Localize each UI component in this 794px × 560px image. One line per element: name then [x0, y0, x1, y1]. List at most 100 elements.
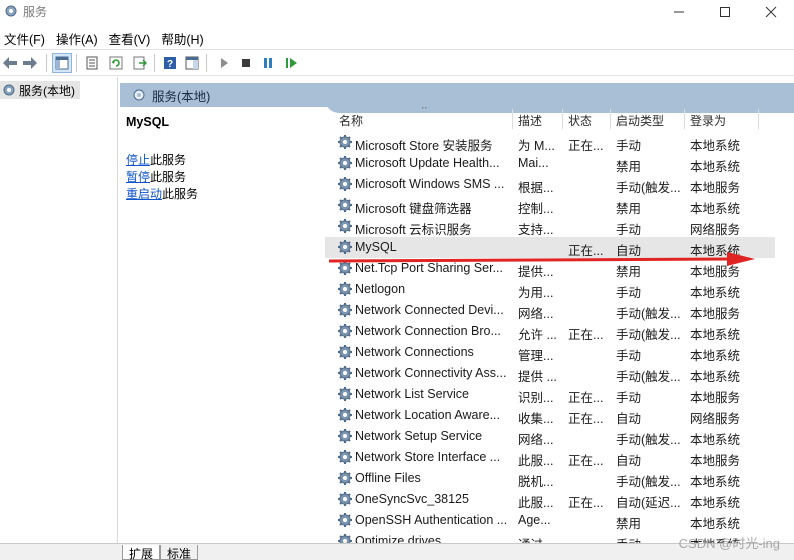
service-gear-icon: [338, 492, 352, 506]
action-suffix: 此服务: [150, 170, 187, 184]
service-log-on-as: 本地系统: [690, 328, 741, 342]
pause-service-button[interactable]: [258, 53, 278, 73]
service-description: 此服...: [518, 496, 554, 510]
column-header-startup-type[interactable]: 启动类型: [616, 112, 664, 129]
column-header-status[interactable]: 状态: [568, 112, 592, 129]
properties-button[interactable]: [82, 53, 102, 73]
service-row[interactable]: OneSyncSvc_38125 此服... 正在... 自动(延迟... 本地系统: [325, 489, 775, 510]
column-header-description[interactable]: 描述: [518, 112, 542, 129]
service-description: 收集...: [518, 412, 554, 426]
service-row[interactable]: Network List Service 识别... 正在... 手动 本地服务: [325, 384, 775, 405]
service-name: Microsoft Store 安装服务: [355, 139, 493, 153]
service-log-on-as: 本地系统: [690, 475, 741, 489]
service-description-panel: MySQL 停止此服务 暂停此服务 重启动此服务: [120, 107, 325, 543]
service-row[interactable]: Network Setup Service 网络... 手动(触发... 本地系统: [325, 426, 775, 447]
menu-action[interactable]: 操作(A): [52, 26, 105, 48]
service-gear-icon: [338, 198, 352, 212]
restart-service-button[interactable]: [282, 53, 302, 73]
forward-button[interactable]: [20, 53, 40, 73]
tree-node-services-local[interactable]: 服务(本地): [0, 81, 80, 99]
show-console-tree-button[interactable]: [52, 53, 72, 73]
tab-extended[interactable]: 扩展: [122, 545, 161, 560]
service-row[interactable]: Network Connectivity Ass... 提供 ... 手动(触发..…: [325, 363, 775, 384]
help-icon: ?: [164, 57, 176, 70]
service-startup-type: 手动(触发...: [616, 181, 681, 195]
service-gear-icon: [338, 240, 352, 254]
help-button[interactable]: ?: [160, 53, 180, 73]
service-row[interactable]: OpenSSH Authentication ... Age... 禁用 本地系统: [325, 510, 775, 531]
tree-node-label: 服务(本地): [19, 83, 75, 98]
service-gear-icon: [338, 261, 352, 275]
service-row[interactable]: Network Store Interface ... 此服... 正在... 自动 本…: [325, 447, 775, 468]
service-row[interactable]: Network Connection Bro... 允许 ... 正在... 手动(触…: [325, 321, 775, 342]
service-log-on-as: 本地系统: [690, 139, 741, 153]
menu-file[interactable]: 文件(F): [0, 26, 52, 48]
service-row[interactable]: Network Connected Devi... 网络... 手动(触发... 本地…: [325, 300, 775, 321]
service-gear-icon: [338, 534, 352, 543]
service-row[interactable]: Microsoft 云标识服务 支持... 手动 网络服务: [325, 216, 775, 237]
export-list-icon: [133, 56, 147, 70]
services-list: ^ 名称 描述 状态 启动类型 登录为 Microsoft Store 安装服务…: [325, 107, 794, 543]
menu-help[interactable]: 帮助(H): [157, 26, 210, 48]
pause-service-link[interactable]: 暂停: [126, 170, 150, 184]
service-gear-icon: [338, 345, 352, 359]
tab-standard[interactable]: 标准: [160, 545, 199, 560]
service-status: 正在...: [568, 412, 604, 426]
service-name: OneSyncSvc_38125: [355, 492, 469, 506]
service-row[interactable]: Net.Tcp Port Sharing Ser... 提供... 禁用 本地服务: [325, 258, 775, 279]
service-row[interactable]: Microsoft Windows SMS ... 根据... 手动(触发... 本地…: [325, 174, 775, 195]
pause-service-icon: [264, 58, 272, 68]
start-service-button[interactable]: [214, 53, 234, 73]
close-button[interactable]: [748, 0, 794, 24]
forward-icon: [23, 57, 37, 69]
maximize-button[interactable]: [702, 0, 748, 24]
service-startup-type: 手动: [616, 391, 642, 405]
restart-service-link[interactable]: 重启动: [126, 187, 162, 201]
service-gear-icon: [338, 408, 352, 422]
service-row[interactable]: Network Connections 管理... 手动 本地系统: [325, 342, 775, 363]
service-row[interactable]: Microsoft Update Health... Mai... 禁用 本地系统: [325, 153, 775, 174]
service-log-on-as: 本地系统: [690, 202, 741, 216]
service-row[interactable]: MySQL 正在... 自动 本地系统: [325, 237, 775, 258]
properties-icon: [86, 56, 98, 70]
service-startup-type: 自动: [616, 412, 642, 426]
service-startup-type: 手动(触发...: [616, 433, 681, 447]
action-suffix: 此服务: [150, 153, 187, 167]
service-startup-type: 手动: [616, 534, 682, 543]
close-icon: [765, 6, 777, 18]
stop-service-button[interactable]: [236, 53, 256, 73]
title-bar: 服务: [0, 0, 794, 24]
export-list-button[interactable]: [130, 53, 150, 73]
service-log-on-as: 本地服务: [690, 265, 741, 279]
minimize-button[interactable]: [656, 0, 702, 24]
service-name: Network Connections: [355, 345, 474, 359]
column-header-name[interactable]: 名称: [339, 112, 363, 129]
start-service-icon: [221, 58, 228, 68]
column-headers: ^ 名称 描述 状态 启动类型 登录为: [325, 107, 775, 131]
show-hide-action-pane-button[interactable]: [182, 53, 202, 73]
service-name: Microsoft 键盘筛选器: [355, 202, 472, 216]
services-gear-icon: [133, 89, 145, 101]
stop-service-link[interactable]: 停止: [126, 153, 150, 167]
service-name: Microsoft Update Health...: [355, 156, 500, 170]
refresh-button[interactable]: [106, 53, 126, 73]
service-status: 正在...: [568, 328, 604, 342]
column-header-log-on-as[interactable]: 登录为: [690, 112, 726, 129]
menu-view[interactable]: 查看(V): [105, 26, 158, 48]
service-status: 正在...: [568, 139, 604, 153]
service-name: OpenSSH Authentication ...: [355, 513, 508, 527]
service-row[interactable]: Microsoft 键盘筛选器 控制... 禁用 本地系统: [325, 195, 775, 216]
service-row[interactable]: Netlogon 为用... 手动 本地系统: [325, 279, 775, 300]
service-gear-icon: [338, 471, 352, 485]
restart-service-icon: [286, 58, 297, 68]
back-button[interactable]: [0, 53, 20, 73]
pane-header-title: 服务(本地): [152, 89, 211, 104]
service-log-on-as: 本地系统: [690, 244, 741, 258]
service-gear-icon: [338, 303, 352, 317]
service-row[interactable]: Network Location Aware... 收集... 正在... 自动 网络服…: [325, 405, 775, 426]
service-row[interactable]: Offline Files 脱机... 手动(触发... 本地系统: [325, 468, 775, 489]
service-row[interactable]: Microsoft Store 安装服务 为 M... 正在... 手动 本地系统: [325, 132, 775, 153]
service-description: 为用...: [518, 286, 554, 300]
service-description: 此服...: [518, 454, 554, 468]
service-log-on-as: 本地服务: [690, 181, 741, 195]
